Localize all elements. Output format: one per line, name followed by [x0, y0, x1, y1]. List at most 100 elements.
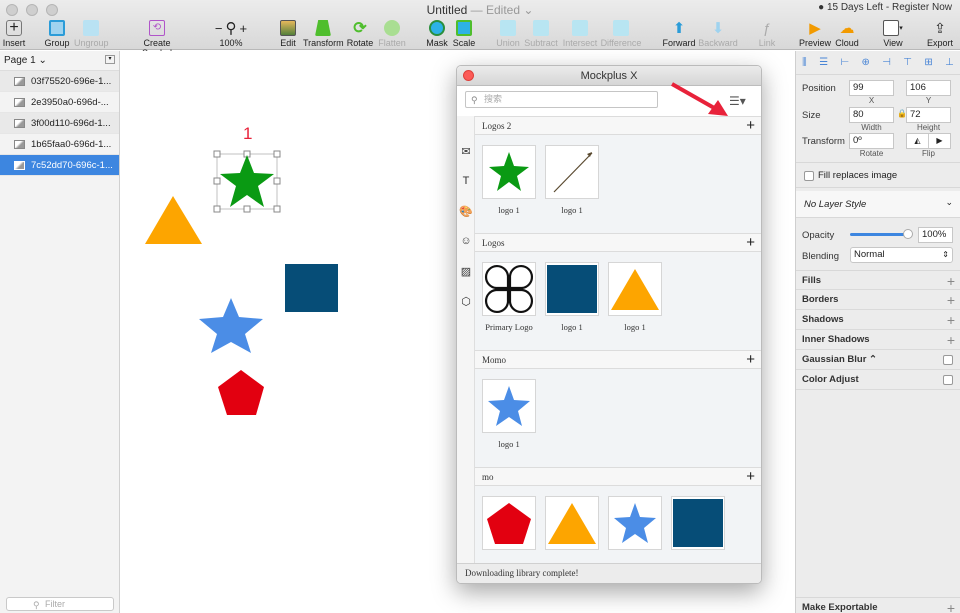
insert-button[interactable]: + Insert	[2, 18, 26, 49]
color-adjust-section[interactable]: Color Adjust	[796, 370, 960, 390]
library-item[interactable]: logo 1	[482, 379, 536, 449]
navy-square[interactable]	[285, 264, 338, 312]
component-tab-icon[interactable]: ⬡	[457, 286, 475, 316]
distribute-horizontal-icon[interactable]: ⫼	[802, 57, 807, 68]
add-shadow-button[interactable]: +	[947, 310, 955, 330]
gaussian-blur-checkbox[interactable]	[943, 355, 953, 365]
align-top-icon[interactable]: ⊤	[903, 57, 912, 68]
layer-row[interactable]: 3f00d110-696d-1...	[0, 113, 119, 134]
edited-indicator[interactable]: — Edited ⌄	[471, 3, 534, 17]
export-button[interactable]: ⇪ Export	[925, 18, 955, 49]
collapse-icon[interactable]: ▾	[105, 55, 115, 64]
borders-section[interactable]: Borders +	[796, 290, 960, 310]
library-item[interactable]: logo 1	[608, 262, 662, 332]
add-asset-button[interactable]: +	[746, 351, 755, 369]
trial-notice[interactable]: ● 15 Days Left - Register Now	[818, 2, 952, 13]
view-button[interactable]: ▾ View	[880, 18, 906, 48]
zoom-out-button[interactable]: −	[215, 21, 223, 36]
opacity-slider[interactable]	[850, 233, 908, 236]
library-content: Logos 2 + logo 1 logo 1 Logos + Primary …	[475, 116, 761, 566]
category-header[interactable]: mo +	[475, 467, 761, 486]
align-center-icon[interactable]: ⊕	[862, 57, 870, 68]
opacity-slider-handle[interactable]	[903, 229, 913, 239]
flip-horizontal-button[interactable]: ◭	[907, 134, 929, 148]
fill-replaces-image-checkbox[interactable]	[804, 171, 814, 181]
intersect-button[interactable]: Intersect	[562, 18, 598, 48]
fills-section[interactable]: Fills +	[796, 270, 960, 290]
library-item[interactable]: Primary Logo	[482, 262, 536, 332]
category-header[interactable]: Logos +	[475, 233, 761, 252]
width-field[interactable]: 80	[849, 107, 894, 123]
add-asset-button[interactable]: +	[746, 234, 755, 252]
add-inner-shadow-button[interactable]: +	[947, 330, 955, 350]
image-tab-icon[interactable]: ▨	[457, 256, 475, 286]
gaussian-blur-section[interactable]: Gaussian Blur ⌃	[796, 350, 960, 370]
rotate-button[interactable]: ⟳ Rotate	[346, 18, 374, 48]
add-asset-button[interactable]: +	[746, 117, 755, 135]
layer-row[interactable]: 03f75520-696e-1...	[0, 71, 119, 92]
layer-row-selected[interactable]: 7c52dd70-696c-1...	[0, 155, 119, 176]
library-item[interactable]: logo 1	[545, 145, 599, 215]
flip-vertical-button[interactable]: ▶	[929, 134, 950, 148]
emoji-tab-icon[interactable]: ☺	[457, 226, 475, 256]
library-item[interactable]: logo 1	[545, 262, 599, 332]
opacity-field[interactable]: 100%	[918, 227, 953, 243]
library-item[interactable]	[482, 496, 536, 556]
add-asset-button[interactable]: +	[746, 468, 755, 486]
category-header[interactable]: Momo +	[475, 350, 761, 369]
union-button[interactable]: Union	[494, 18, 522, 48]
page-selector[interactable]: Page 1 ⌄ ▾	[0, 51, 119, 71]
shadows-section[interactable]: Shadows +	[796, 310, 960, 330]
distribute-vertical-icon[interactable]: ☰	[819, 57, 828, 68]
logos-tab-icon[interactable]: ✉	[457, 136, 475, 166]
difference-button[interactable]: Difference	[600, 18, 642, 48]
zoom-in-button[interactable]: +	[240, 21, 248, 36]
blending-select[interactable]: Normal ⇕	[850, 247, 953, 263]
palette-tab-icon[interactable]: 🎨	[457, 196, 475, 226]
backward-button[interactable]: ⬇ Backward	[698, 18, 738, 48]
zoom-control[interactable]: − ⚲ + 100%	[208, 18, 254, 48]
library-item[interactable]	[608, 496, 662, 556]
blue-star[interactable]	[199, 298, 263, 353]
ungroup-button[interactable]: Ungroup	[74, 18, 109, 48]
position-y-field[interactable]: 106	[906, 80, 951, 96]
edit-button[interactable]: Edit	[278, 18, 298, 48]
rotate-label: Rotate	[346, 38, 374, 48]
align-left-icon[interactable]: ⊢	[840, 57, 849, 68]
scale-button[interactable]: Scale	[452, 18, 476, 48]
layer-row[interactable]: 2e3950a0-696d-...	[0, 92, 119, 113]
group-button[interactable]: Group	[44, 18, 70, 48]
library-search-input[interactable]: ⚲ 搜索	[465, 91, 658, 108]
inner-shadows-section[interactable]: Inner Shadows +	[796, 330, 960, 350]
layer-filter-input[interactable]: ⚲ Filter	[6, 597, 114, 611]
close-icon[interactable]	[463, 70, 474, 81]
add-border-button[interactable]: +	[947, 290, 955, 310]
preview-button[interactable]: ▶ Preview	[798, 18, 832, 48]
subtract-button[interactable]: Subtract	[522, 18, 560, 48]
align-right-icon[interactable]: ⊣	[882, 57, 891, 68]
library-item[interactable]: logo 1	[482, 145, 536, 215]
color-adjust-checkbox[interactable]	[943, 375, 953, 385]
green-star[interactable]	[220, 155, 274, 207]
layer-style-selector[interactable]: No Layer Style ⌄	[796, 191, 960, 218]
height-field[interactable]: 72	[906, 107, 951, 123]
red-pentagon[interactable]	[218, 370, 264, 415]
rotate-field[interactable]: 0º	[849, 133, 894, 149]
transform-button[interactable]: Transform	[303, 18, 344, 48]
orange-triangle[interactable]	[145, 196, 202, 244]
library-item[interactable]	[671, 496, 725, 556]
align-middle-icon[interactable]: ⊞	[924, 57, 932, 68]
flatten-button[interactable]: Flatten	[377, 18, 407, 48]
link-button[interactable]: ƒ Link	[756, 18, 778, 48]
position-x-field[interactable]: 99	[849, 80, 894, 96]
make-exportable-section[interactable]: Make Exportable +	[796, 597, 960, 613]
add-export-button[interactable]: +	[947, 598, 955, 613]
layer-row[interactable]: 1b65faa0-696d-1...	[0, 134, 119, 155]
library-item[interactable]	[545, 496, 599, 556]
align-bottom-icon[interactable]: ⊥	[945, 57, 954, 68]
forward-button[interactable]: ⬆ Forward	[662, 18, 696, 48]
cloud-button[interactable]: ☁ Cloud	[834, 18, 860, 48]
text-tab-icon[interactable]: T	[457, 166, 475, 196]
mask-button[interactable]: Mask	[426, 18, 448, 48]
add-fill-button[interactable]: +	[947, 271, 955, 291]
